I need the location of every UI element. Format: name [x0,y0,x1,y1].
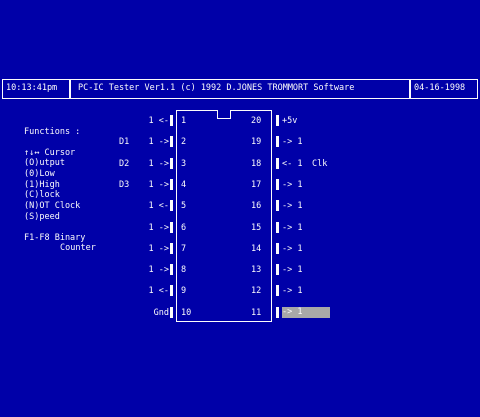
left-pin-label: D2 [119,159,130,169]
right-pin-bar [276,243,279,254]
left-pin-number: 3 [181,159,187,169]
right-pin-value[interactable]: -> 1 [282,244,302,254]
ic-chip-notch [217,110,231,119]
right-pin-value[interactable]: -> 1 [282,137,302,147]
left-pin-value[interactable]: 1 -> [149,244,169,254]
right-pin-number: 12 [251,286,262,296]
left-pin-value[interactable]: 1 <- [149,116,169,126]
help-item-output: (O)utput [24,158,65,168]
left-pin-number: 8 [181,265,187,275]
left-pin-value[interactable]: 1 <- [149,286,169,296]
right-pin-value[interactable]: -> 1 [282,286,302,296]
help-item-clock: (C)lock [24,190,60,200]
left-pin-value[interactable]: 1 -> [149,159,169,169]
left-pin-value[interactable]: 1 <- [149,201,169,211]
left-pin-bar [170,179,173,190]
right-pin-value[interactable]: -> 1 [282,223,302,233]
right-pin-bar [276,285,279,296]
left-pin-bar [170,264,173,275]
left-pin-bar [170,243,173,254]
right-pin-value[interactable]: -> 1 [282,180,302,190]
clock-time: 10:13:41pm [6,83,58,93]
help-item-low: (0)Low [24,169,55,179]
left-pin-number: 1 [181,116,187,126]
help-item-not-clock: (N)OT Clock [24,201,81,211]
right-pin-number: 15 [251,223,262,233]
right-pin-number: 18 [251,159,262,169]
help-item-cursor: ↑↓↔ Cursor [24,148,76,158]
right-pin-number: 17 [251,180,262,190]
left-pin-bar [170,136,173,147]
right-pin-number: 19 [251,137,262,147]
left-pin-number: 5 [181,201,187,211]
left-pin-value[interactable]: 1 -> [149,137,169,147]
left-pin-bar [170,307,173,318]
help-item-speed: (S)peed [24,212,60,222]
selected-pin-value[interactable]: -> 1 [282,307,330,318]
right-pin-bar [276,158,279,169]
right-pin-bar [276,200,279,211]
help-fkeys-line2: Counter [60,243,96,253]
right-pin-value[interactable]: <- 1 [282,159,302,169]
left-pin-label: D3 [119,180,130,190]
right-pin-bar [276,179,279,190]
right-pin-label: Clk [312,159,328,169]
right-pin-value[interactable]: -> 1 [282,265,302,275]
left-pin-value[interactable]: Gnd [154,308,169,318]
left-pin-value[interactable]: 1 -> [149,180,169,190]
right-pin-number: 20 [251,116,262,126]
left-pin-number: 10 [181,308,192,318]
right-pin-value[interactable]: -> 1 [282,201,302,211]
right-pin-number: 14 [251,244,262,254]
help-heading: Functions : [24,127,81,137]
left-pin-label: D1 [119,137,130,147]
help-fkeys-line1: F1-F8 Binary [24,233,86,243]
right-pin-number: 13 [251,265,262,275]
right-pin-value[interactable]: +5v [282,116,297,126]
help-item-high: (1)High [24,180,60,190]
left-pin-number: 9 [181,286,187,296]
left-pin-bar [170,222,173,233]
left-pin-bar [170,200,173,211]
left-pin-value[interactable]: 1 -> [149,265,169,275]
right-pin-bar [276,115,279,126]
right-pin-bar [276,222,279,233]
right-pin-bar [276,307,279,318]
left-pin-number: 7 [181,244,187,254]
left-pin-bar [170,285,173,296]
left-pin-number: 6 [181,223,187,233]
right-pin-number: 11 [251,308,262,318]
right-pin-number: 16 [251,201,262,211]
left-pin-bar [170,158,173,169]
left-pin-value[interactable]: 1 -> [149,223,169,233]
right-pin-bar [276,136,279,147]
right-pin-bar [276,264,279,275]
left-pin-number: 2 [181,137,187,147]
app-title: PC-IC Tester Ver1.1 (c) 1992 D.JONES TRO… [78,83,355,93]
current-date: 04-16-1998 [414,83,466,93]
left-pin-bar [170,115,173,126]
left-pin-number: 4 [181,180,187,190]
